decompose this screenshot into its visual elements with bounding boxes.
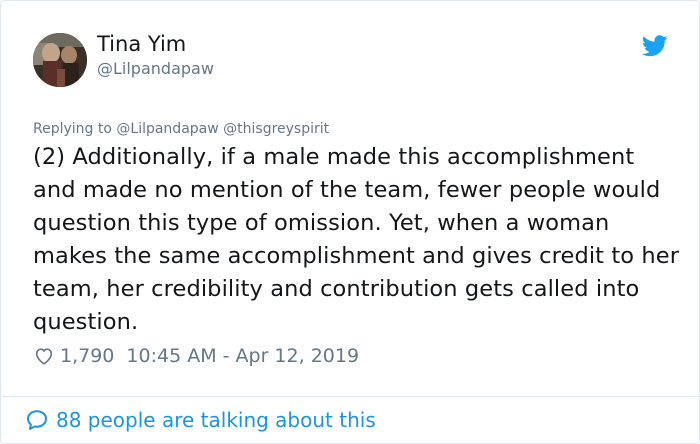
reply-context: Replying to @Lilpandapaw @thisgreyspirit	[33, 121, 329, 137]
speech-bubble-icon	[27, 410, 47, 430]
reply-to-user-1[interactable]: @Lilpandapaw	[116, 121, 218, 137]
author-handle[interactable]: @Lilpandapaw	[97, 59, 214, 78]
avatar-photo	[33, 33, 87, 87]
reply-prefix: Replying to	[33, 121, 112, 137]
avatar[interactable]	[33, 33, 87, 87]
reply-to-user-2[interactable]: @thisgreyspirit	[223, 121, 329, 137]
tweet-card: Tina Yim @Lilpandapaw Replying to @Lilpa…	[0, 0, 700, 444]
author-display-name[interactable]: Tina Yim	[97, 32, 186, 56]
twitter-bird-icon[interactable]	[642, 35, 668, 57]
tweet-timestamp[interactable]: 10:45 AM - Apr 12, 2019	[126, 345, 359, 367]
conversation-link[interactable]: 88 people are talking about this	[25, 405, 376, 435]
tweet-text: (2) Additionally, if a male made this ac…	[33, 144, 680, 335]
heart-icon[interactable]	[33, 345, 55, 367]
like-count[interactable]: 1,790	[60, 345, 114, 367]
conversation-link-label: 88 people are talking about this	[56, 408, 376, 432]
divider	[2, 396, 699, 397]
tweet-meta: 1,790 10:45 AM - Apr 12, 2019	[33, 344, 359, 368]
